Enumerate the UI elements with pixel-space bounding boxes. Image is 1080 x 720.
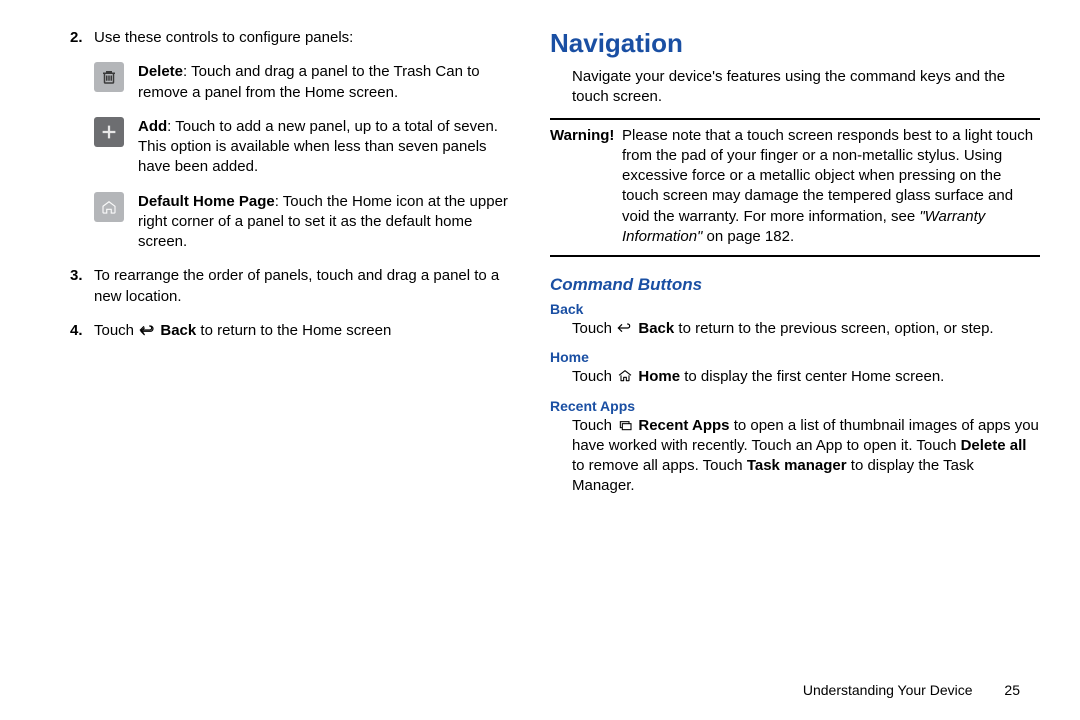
heading-navigation: Navigation: [550, 28, 1040, 59]
back-label: Back: [160, 322, 196, 339]
step-3: 3. To rearrange the order of panels, tou…: [70, 266, 510, 307]
back-arrow-icon: [616, 321, 634, 335]
control-delete-text: Delete: Touch and drag a panel to the Tr…: [138, 62, 510, 103]
step-text: Touch Back to return to the Home screen: [94, 321, 391, 341]
post: to return to the previous screen, option…: [678, 320, 993, 337]
mid2: to remove all apps. Touch: [572, 457, 747, 474]
home-description: Touch Home to display the first center H…: [550, 367, 1040, 387]
text: : Touch to add a new panel, up to a tota…: [138, 118, 498, 176]
step-4: 4. Touch Back to return to the Home scre…: [70, 321, 510, 341]
pre: Touch: [572, 320, 616, 337]
step-number: 3.: [70, 266, 94, 307]
step-2: 2. Use these controls to configure panel…: [70, 28, 510, 48]
home-outline-icon: [94, 192, 124, 222]
navigation-intro: Navigate your device's features using th…: [550, 67, 1040, 108]
back-description: Touch Back to return to the previous scr…: [550, 319, 1040, 339]
heading-recent-apps: Recent Apps: [550, 398, 1040, 414]
warning-label: Warning!: [550, 126, 622, 248]
step-text: To rearrange the order of panels, touch …: [94, 266, 510, 307]
step-number: 2.: [70, 28, 94, 48]
footer-page-number: 25: [1004, 682, 1020, 698]
right-column: Navigation Navigate your device's featur…: [550, 28, 1040, 700]
label: Back: [638, 320, 674, 337]
panel-controls-list: Delete: Touch and drag a panel to the Tr…: [70, 62, 510, 252]
plus-icon: [94, 117, 124, 147]
control-default-text: Default Home Page: Touch the Home icon a…: [138, 192, 510, 253]
post: to display the first center Home screen.: [684, 368, 944, 385]
home-icon: [616, 369, 634, 383]
label: Recent Apps: [638, 417, 729, 434]
label: Delete: [138, 63, 183, 80]
footer-section: Understanding Your Device: [803, 682, 973, 698]
control-delete: Delete: Touch and drag a panel to the Tr…: [94, 62, 510, 103]
step-text: Use these controls to configure panels:: [94, 28, 353, 48]
warning-body: Please note that a touch screen responds…: [622, 126, 1040, 248]
page-footer: Understanding Your Device 25: [803, 682, 1020, 698]
post: to return to the Home screen: [200, 322, 391, 339]
manual-page: 2. Use these controls to configure panel…: [0, 0, 1080, 720]
heading-home: Home: [550, 349, 1040, 365]
pre: Touch: [94, 322, 138, 339]
warning-box: Warning! Please note that a touch screen…: [550, 118, 1040, 258]
task-manager-label: Task manager: [747, 457, 847, 474]
heading-back: Back: [550, 301, 1040, 317]
delete-all-label: Delete all: [961, 437, 1027, 454]
control-default-home: Default Home Page: Touch the Home icon a…: [94, 192, 510, 253]
label: Default Home Page: [138, 193, 275, 210]
label: Home: [638, 368, 680, 385]
recent-apps-icon: [616, 418, 634, 432]
heading-command-buttons: Command Buttons: [550, 275, 1040, 295]
pre: Touch: [572, 417, 616, 434]
pre: Touch: [572, 368, 616, 385]
step-number: 4.: [70, 321, 94, 341]
text: : Touch and drag a panel to the Trash Ca…: [138, 63, 480, 100]
left-column: 2. Use these controls to configure panel…: [70, 28, 510, 700]
recent-apps-description: Touch Recent Apps to open a list of thum…: [550, 416, 1040, 497]
control-add-text: Add: Touch to add a new panel, up to a t…: [138, 117, 510, 178]
back-arrow-icon: [138, 323, 156, 337]
warning-text-2: on page 182.: [707, 228, 795, 245]
control-add: Add: Touch to add a new panel, up to a t…: [94, 117, 510, 178]
label: Add: [138, 118, 167, 135]
trash-icon: [94, 62, 124, 92]
